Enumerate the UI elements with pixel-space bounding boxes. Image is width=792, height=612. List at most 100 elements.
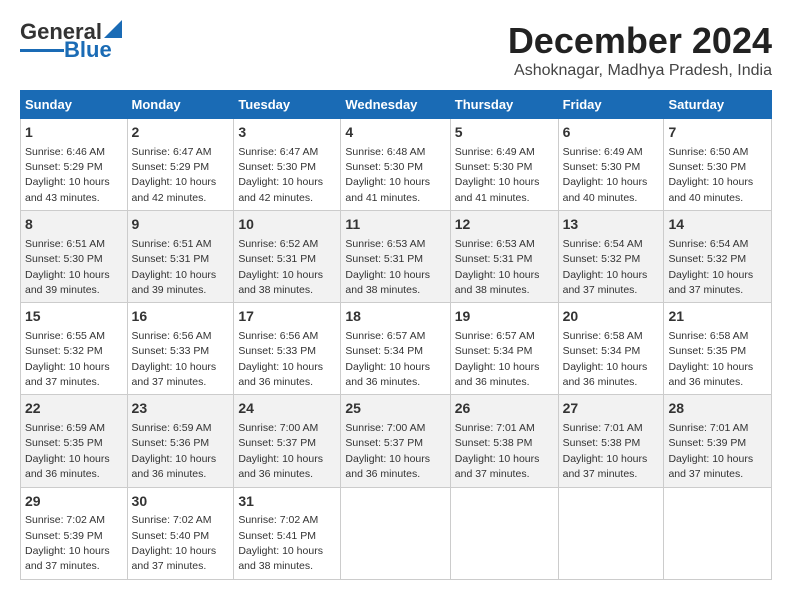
col-header-monday: Monday [127,91,234,119]
calendar-cell: 13 Sunrise: 6:54 AMSunset: 5:32 PMDayligh… [558,211,664,303]
cell-text: Sunrise: 7:02 AMSunset: 5:40 PMDaylight:… [132,514,217,572]
day-number: 22 [25,399,123,419]
day-number: 17 [238,307,336,327]
cell-text: Sunrise: 6:49 AMSunset: 5:30 PMDaylight:… [455,146,540,204]
calendar-cell: 2 Sunrise: 6:47 AMSunset: 5:29 PMDaylight… [127,119,234,211]
calendar-cell: 24 Sunrise: 7:00 AMSunset: 5:37 PMDayligh… [234,395,341,487]
calendar-cell: 26 Sunrise: 7:01 AMSunset: 5:38 PMDayligh… [450,395,558,487]
page-title: December 2024 [508,20,772,62]
cell-text: Sunrise: 7:01 AMSunset: 5:38 PMDaylight:… [455,422,540,480]
cell-text: Sunrise: 6:51 AMSunset: 5:31 PMDaylight:… [132,238,217,296]
day-number: 21 [668,307,767,327]
calendar-cell: 10 Sunrise: 6:52 AMSunset: 5:31 PMDayligh… [234,211,341,303]
calendar-cell: 1 Sunrise: 6:46 AMSunset: 5:29 PMDaylight… [21,119,128,211]
cell-text: Sunrise: 6:49 AMSunset: 5:30 PMDaylight:… [563,146,648,204]
calendar-cell: 9 Sunrise: 6:51 AMSunset: 5:31 PMDaylight… [127,211,234,303]
calendar-cell: 22 Sunrise: 6:59 AMSunset: 5:35 PMDayligh… [21,395,128,487]
cell-text: Sunrise: 6:55 AMSunset: 5:32 PMDaylight:… [25,330,110,388]
cell-text: Sunrise: 6:58 AMSunset: 5:34 PMDaylight:… [563,330,648,388]
calendar-table: SundayMondayTuesdayWednesdayThursdayFrid… [20,90,772,580]
calendar-cell: 30Sunrise: 7:02 AMSunset: 5:40 PMDayligh… [127,487,234,579]
day-number: 24 [238,399,336,419]
calendar-cell: 7Sunrise: 6:50 AMSunset: 5:30 PMDaylight… [664,119,772,211]
calendar-cell: 8Sunrise: 6:51 AMSunset: 5:30 PMDaylight… [21,211,128,303]
calendar-cell: 28Sunrise: 7:01 AMSunset: 5:39 PMDayligh… [664,395,772,487]
day-number: 2 [132,123,230,143]
day-number: 26 [455,399,554,419]
calendar-week: 29Sunrise: 7:02 AMSunset: 5:39 PMDayligh… [21,487,772,579]
calendar-week: 1 Sunrise: 6:46 AMSunset: 5:29 PMDaylight… [21,119,772,211]
logo-icon [104,20,122,38]
day-number: 11 [345,215,445,235]
calendar-cell: 17 Sunrise: 6:56 AMSunset: 5:33 PMDayligh… [234,303,341,395]
calendar-week: 15 Sunrise: 6:55 AMSunset: 5:32 PMDayligh… [21,303,772,395]
cell-text: Sunrise: 6:56 AMSunset: 5:33 PMDaylight:… [238,330,323,388]
calendar-cell: 29Sunrise: 7:02 AMSunset: 5:39 PMDayligh… [21,487,128,579]
calendar-cell: 23Sunrise: 6:59 AMSunset: 5:36 PMDayligh… [127,395,234,487]
col-header-friday: Friday [558,91,664,119]
calendar-cell: 19Sunrise: 6:57 AMSunset: 5:34 PMDayligh… [450,303,558,395]
cell-text: Sunrise: 7:02 AMSunset: 5:39 PMDaylight:… [25,514,110,572]
col-header-sunday: Sunday [21,91,128,119]
cell-text: Sunrise: 6:57 AMSunset: 5:34 PMDaylight:… [345,330,430,388]
cell-text: Sunrise: 6:53 AMSunset: 5:31 PMDaylight:… [345,238,430,296]
day-number: 30 [132,492,230,512]
day-number: 1 [25,123,123,143]
calendar-cell [450,487,558,579]
cell-text: Sunrise: 6:48 AMSunset: 5:30 PMDaylight:… [345,146,430,204]
calendar-cell: 21 Sunrise: 6:58 AMSunset: 5:35 PMDayligh… [664,303,772,395]
day-number: 25 [345,399,445,419]
day-number: 14 [668,215,767,235]
calendar-cell: 5 Sunrise: 6:49 AMSunset: 5:30 PMDaylight… [450,119,558,211]
logo: General Blue [20,20,122,61]
col-header-tuesday: Tuesday [234,91,341,119]
logo-blue-text: Blue [64,39,112,61]
day-number: 5 [455,123,554,143]
day-number: 29 [25,492,123,512]
day-number: 13 [563,215,660,235]
cell-text: Sunrise: 6:56 AMSunset: 5:33 PMDaylight:… [132,330,217,388]
cell-text: Sunrise: 6:52 AMSunset: 5:31 PMDaylight:… [238,238,323,296]
calendar-cell: 16 Sunrise: 6:56 AMSunset: 5:33 PMDayligh… [127,303,234,395]
day-number: 3 [238,123,336,143]
calendar-cell: 6 Sunrise: 6:49 AMSunset: 5:30 PMDaylight… [558,119,664,211]
calendar-cell: 11 Sunrise: 6:53 AMSunset: 5:31 PMDayligh… [341,211,450,303]
calendar-cell: 27Sunrise: 7:01 AMSunset: 5:38 PMDayligh… [558,395,664,487]
cell-text: Sunrise: 6:54 AMSunset: 5:32 PMDaylight:… [563,238,648,296]
day-number: 12 [455,215,554,235]
calendar-week: 8Sunrise: 6:51 AMSunset: 5:30 PMDaylight… [21,211,772,303]
cell-text: Sunrise: 7:00 AMSunset: 5:37 PMDaylight:… [238,422,323,480]
cell-text: Sunrise: 6:54 AMSunset: 5:32 PMDaylight:… [668,238,753,296]
day-number: 10 [238,215,336,235]
cell-text: Sunrise: 6:50 AMSunset: 5:30 PMDaylight:… [668,146,753,204]
calendar-cell: 25Sunrise: 7:00 AMSunset: 5:37 PMDayligh… [341,395,450,487]
calendar-week: 22 Sunrise: 6:59 AMSunset: 5:35 PMDayligh… [21,395,772,487]
cell-text: Sunrise: 7:02 AMSunset: 5:41 PMDaylight:… [238,514,323,572]
day-number: 31 [238,492,336,512]
cell-text: Sunrise: 6:51 AMSunset: 5:30 PMDaylight:… [25,238,110,296]
cell-text: Sunrise: 6:53 AMSunset: 5:31 PMDaylight:… [455,238,540,296]
page-header: General Blue December 2024 Ashoknagar, M… [20,20,772,80]
header-row: SundayMondayTuesdayWednesdayThursdayFrid… [21,91,772,119]
calendar-cell [341,487,450,579]
day-number: 9 [132,215,230,235]
calendar-cell: 14 Sunrise: 6:54 AMSunset: 5:32 PMDayligh… [664,211,772,303]
day-number: 4 [345,123,445,143]
col-header-thursday: Thursday [450,91,558,119]
day-number: 28 [668,399,767,419]
cell-text: Sunrise: 6:46 AMSunset: 5:29 PMDaylight:… [25,146,110,204]
cell-text: Sunrise: 6:59 AMSunset: 5:35 PMDaylight:… [25,422,110,480]
cell-text: Sunrise: 7:01 AMSunset: 5:38 PMDaylight:… [563,422,648,480]
cell-text: Sunrise: 6:47 AMSunset: 5:29 PMDaylight:… [132,146,217,204]
day-number: 6 [563,123,660,143]
calendar-cell: 4 Sunrise: 6:48 AMSunset: 5:30 PMDaylight… [341,119,450,211]
cell-text: Sunrise: 6:58 AMSunset: 5:35 PMDaylight:… [668,330,753,388]
day-number: 15 [25,307,123,327]
calendar-cell: 31Sunrise: 7:02 AMSunset: 5:41 PMDayligh… [234,487,341,579]
day-number: 18 [345,307,445,327]
calendar-cell: 3Sunrise: 6:47 AMSunset: 5:30 PMDaylight… [234,119,341,211]
calendar-cell: 12 Sunrise: 6:53 AMSunset: 5:31 PMDayligh… [450,211,558,303]
day-number: 20 [563,307,660,327]
day-number: 16 [132,307,230,327]
cell-text: Sunrise: 6:57 AMSunset: 5:34 PMDaylight:… [455,330,540,388]
